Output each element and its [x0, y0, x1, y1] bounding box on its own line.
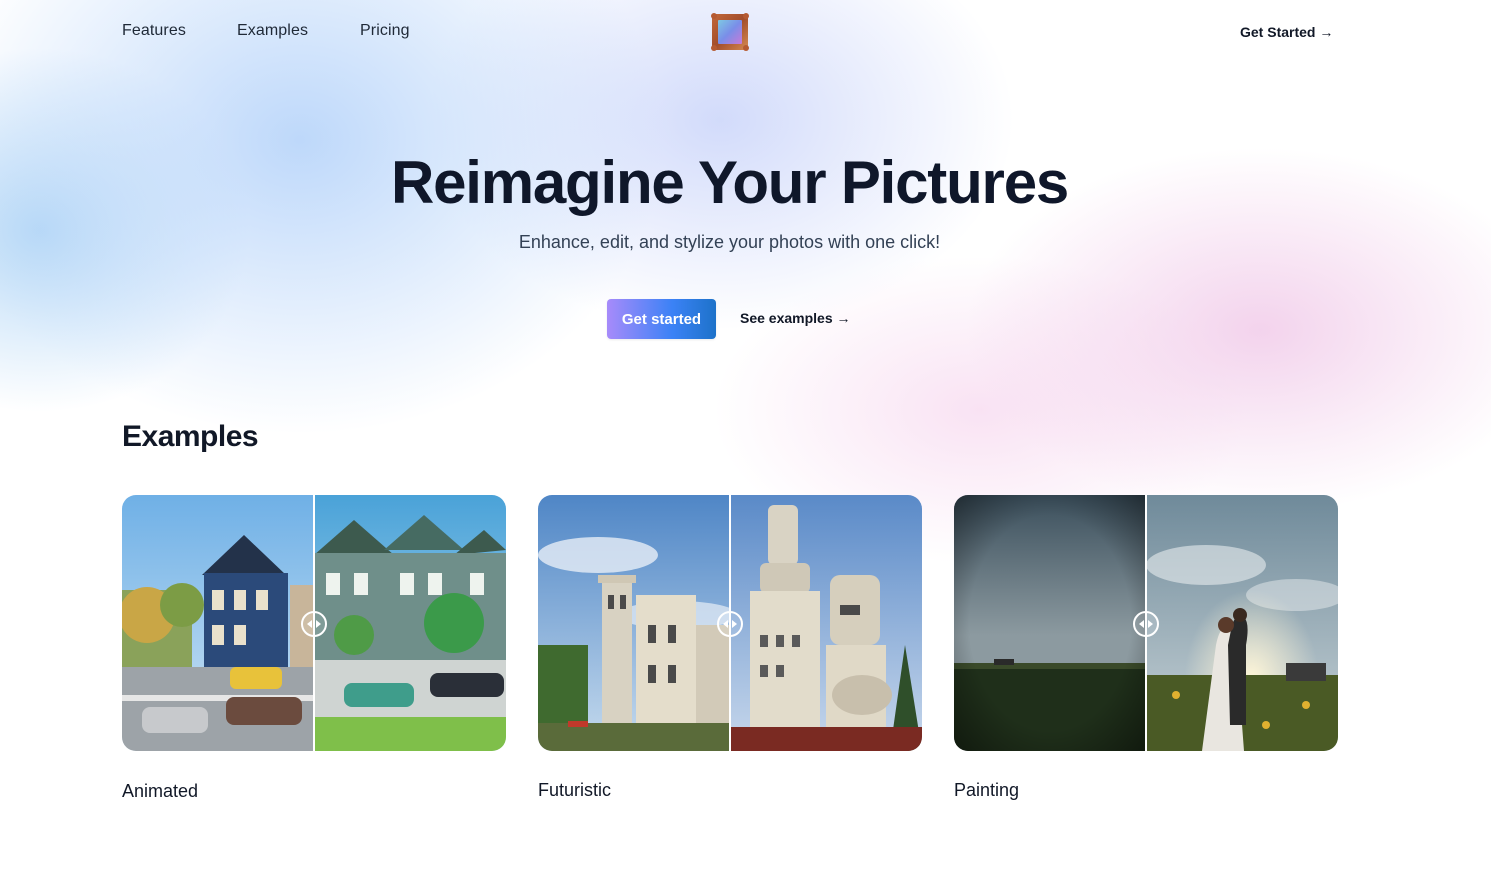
picture-frame-icon[interactable] [710, 12, 750, 52]
see-examples-link[interactable]: See examples → [740, 310, 851, 326]
original-photo [954, 495, 1146, 751]
futuristic-result-image [730, 495, 922, 751]
nav-link-pricing[interactable]: Pricing [360, 22, 410, 40]
get-started-button[interactable]: Get started [607, 299, 716, 339]
hero-title: Reimagine Your Pictures [390, 149, 1069, 216]
animated-result-image [314, 495, 506, 751]
compare-slider-icon[interactable] [1133, 611, 1159, 637]
example-card-painting[interactable] [954, 495, 1338, 751]
nav-link-features[interactable]: Features [122, 22, 186, 40]
nav-get-started-link[interactable]: Get Started → [1240, 24, 1333, 40]
compare-slider-icon[interactable] [717, 611, 743, 637]
example-label-animated: Animated [122, 781, 199, 801]
example-card-futuristic[interactable] [538, 495, 922, 751]
nav-link-examples[interactable]: Examples [237, 22, 308, 40]
example-card-animated[interactable] [122, 495, 506, 751]
original-photo [122, 495, 314, 751]
examples-heading: Examples [122, 420, 259, 453]
compare-slider-icon[interactable] [301, 611, 327, 637]
original-photo [538, 495, 730, 751]
painting-result-image [1146, 495, 1338, 751]
hero-subtitle: Enhance, edit, and stylize your photos w… [518, 232, 941, 252]
example-label-futuristic: Futuristic [538, 780, 612, 800]
example-label-painting: Painting [954, 780, 1020, 800]
